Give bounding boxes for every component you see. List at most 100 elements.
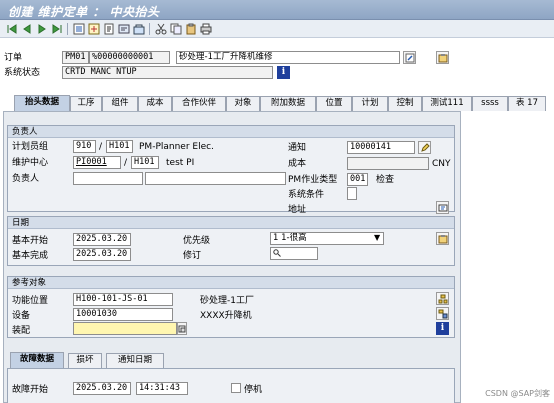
tab-ssss[interactable]: ssss [472,96,508,111]
tab-control[interactable]: 控制 [388,96,422,111]
tab-objects[interactable]: 对象 [226,96,260,111]
costs-label: 成本 [288,159,307,169]
info-icon: i [281,67,286,77]
notification-edit-button[interactable] [418,141,431,154]
basic-start-date-input[interactable]: 2025.03.20 [73,233,131,246]
window-title-bar: 创建 维护定单 ： 中央抬头 [0,0,554,20]
components-icon[interactable] [88,23,100,35]
notification-input[interactable]: 10000141 [347,141,415,154]
order-short-text-input[interactable]: 砂处理-1工厂升降机维修 [176,51,400,64]
breakdown-checkbox[interactable] [231,383,241,393]
revision-label: 修订 [183,251,202,261]
tab-table17[interactable]: 表 17 [508,96,546,111]
status-info-button[interactable]: i [277,66,290,79]
priority-details-button[interactable] [436,232,449,245]
reference-info-button[interactable]: i [436,322,449,335]
equipment-input[interactable]: 10001030 [73,308,173,321]
print-icon[interactable] [200,23,212,35]
watermark: CSDN @SAP剑客 [485,389,550,398]
value-help-icon [178,325,186,332]
toolbar-separator [149,23,150,35]
tab-test111[interactable]: 测试111 [422,96,472,111]
tab-costs[interactable]: 成本 [138,96,172,111]
order-label: 订单 [4,53,23,63]
assembly-search-help-button[interactable] [177,322,187,335]
person-responsible-name-field [145,172,286,185]
functional-location-input[interactable]: H100-101-JS-01 [73,293,173,306]
tab-damage[interactable]: 损坏 [68,353,102,368]
pm-activity-type-label: PM作业类型 [288,175,338,185]
pencil-icon [420,142,430,152]
header-tabstrip: 抬头数据 工序 组件 成本 合作伙伴 对象 附加数据 位置 计划 控制 测试11… [0,95,554,111]
clipboard-icon [438,53,447,62]
tab-additional-data[interactable]: 附加数据 [260,96,316,111]
priority-select[interactable]: 1 1-很高 [270,232,384,245]
window-title: 创建 维护定单 ： 中央抬头 [8,5,160,19]
tab-notification-dates[interactable]: 通知日期 [106,353,164,368]
group-title: 参考对象 [8,277,454,289]
copy-icon[interactable] [170,23,182,35]
planner-group-input[interactable]: 910 [73,140,96,153]
clipboard-icon [438,234,447,243]
tab-operations[interactable]: 工序 [70,96,102,111]
previous-icon[interactable] [21,23,33,35]
long-text-button[interactable] [403,51,416,64]
search-icon [273,249,281,257]
last-icon[interactable] [51,23,63,35]
order-number-field: %00000000001 [89,51,170,64]
tab-components[interactable]: 组件 [102,96,138,111]
address-card-icon [438,204,447,211]
func-loc-structure-button[interactable] [436,292,449,305]
objects-icon[interactable] [133,23,145,35]
group-title: 日期 [8,217,454,229]
basic-finish-date-input[interactable]: 2025.03.20 [73,248,131,261]
planner-plant-input[interactable]: H101 [106,140,133,153]
scissors-icon[interactable] [155,23,167,35]
malfunction-start-time-input[interactable]: 14:31:43 [136,382,188,395]
notification-label: 通知 [288,143,307,153]
chevron-down-icon[interactable]: ▼ [374,232,380,244]
work-center-plant-input[interactable]: H101 [131,156,159,169]
system-condition-label: 系统条件 [288,190,325,200]
currency-label: CNY [432,159,451,169]
planner-group-label: 计划员组 [12,142,49,152]
address-label: 地址 [288,205,307,215]
person-responsible-label: 负责人 [12,174,40,184]
slash-separator: / [99,142,103,152]
order-object-button[interactable] [436,51,449,64]
hierarchy-icon [438,294,447,303]
malfunction-start-date-input[interactable]: 2025.03.20 [73,382,131,395]
toolbar-separator [67,23,68,35]
operation-overview-icon[interactable] [73,23,85,35]
costs-icon[interactable] [103,23,115,35]
assembly-input[interactable] [73,322,177,335]
structure-icon [438,309,447,318]
revision-input[interactable] [270,247,318,260]
tab-header-data[interactable]: 抬头数据 [14,95,70,111]
next-icon[interactable] [36,23,48,35]
tab-malfunction-data[interactable]: 故障数据 [10,352,64,368]
equipment-structure-button[interactable] [436,307,449,320]
tab-planning[interactable]: 计划 [352,96,388,111]
group-title: 负责人 [8,126,454,138]
tab-location[interactable]: 位置 [316,96,352,111]
system-status-field: CRTD MANC NTUP [62,66,273,79]
partner-icon[interactable] [118,23,130,35]
person-responsible-input[interactable] [73,172,143,185]
work-center-input[interactable]: PI0001 [73,156,121,169]
address-button[interactable] [436,201,449,214]
tab-partners[interactable]: 合作伙伴 [172,96,226,111]
basic-finish-label: 基本完成 [12,251,49,261]
priority-label: 优先级 [183,236,211,246]
equipment-desc: XXXX升降机 [200,311,252,321]
first-icon[interactable] [6,23,18,35]
pm-activity-type-input[interactable]: 001 [347,173,368,186]
malfunction-start-label: 故障开始 [12,385,49,395]
application-toolbar [0,20,554,38]
equipment-label: 设备 [12,311,31,321]
system-condition-input[interactable] [347,187,357,200]
pm-activity-type-desc: 检查 [376,175,395,185]
planner-group-desc: PM-Planner Elec. [139,142,214,152]
estimated-costs-field[interactable] [347,157,429,170]
paste-icon[interactable] [185,23,197,35]
